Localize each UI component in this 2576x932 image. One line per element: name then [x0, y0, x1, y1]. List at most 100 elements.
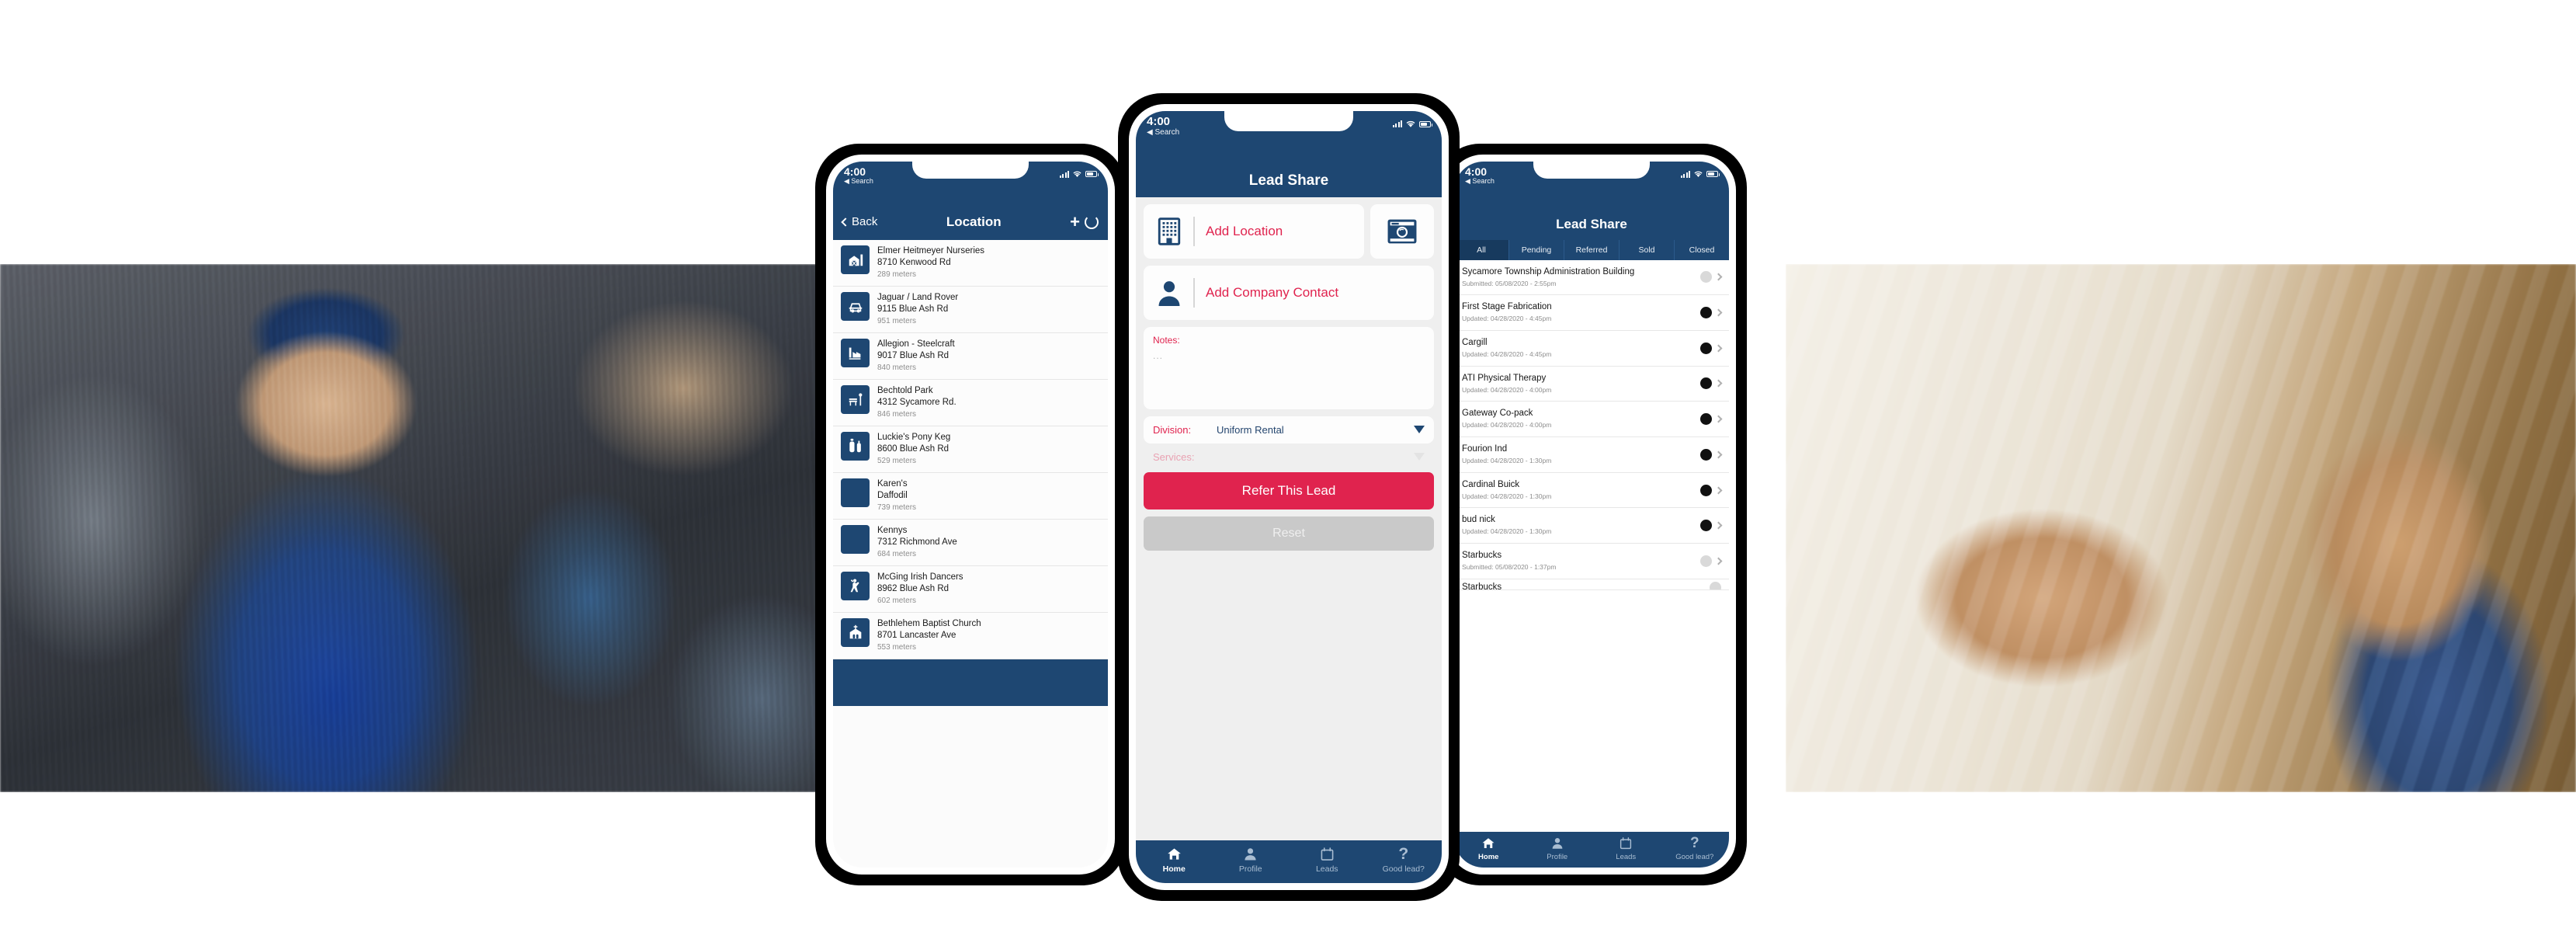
tab-referred[interactable]: Referred — [1564, 239, 1620, 260]
tabbar-label: Profile — [1547, 853, 1568, 861]
lead-meta: Updated: 04/28/2020 - 4:00pm — [1462, 385, 1552, 394]
phone-center-bezel: 4:00 ◀ Search Lead Share Add Location Ad… — [1129, 104, 1449, 890]
left-nav-row: Back Location + — [833, 186, 1108, 240]
chevron-down-icon — [1414, 426, 1425, 434]
calendar-icon — [1620, 837, 1632, 850]
battery-icon — [1419, 120, 1432, 127]
phone-left-bezel: 4:00 ◀ Search Back Location + Elmer Heit… — [826, 155, 1115, 875]
lead-name: First Stage Fabrication — [1462, 302, 1552, 312]
table-row[interactable]: First Stage Fabrication Updated: 04/28/2… — [1454, 295, 1729, 331]
status-badge — [1700, 342, 1712, 354]
car-icon — [841, 291, 870, 321]
list-item[interactable]: Elmer Heitmeyer Nurseries 8710 Kenwood R… — [833, 240, 1108, 287]
list-item[interactable]: Allegion - Steelcraft 9017 Blue Ash Rd 8… — [833, 333, 1108, 380]
list-item[interactable]: McGing Irish Dancers 8962 Blue Ash Rd 60… — [833, 566, 1108, 613]
location-address: 7312 Richmond Ave — [877, 537, 957, 548]
lead-name: Cargill — [1462, 337, 1488, 347]
reset-button[interactable]: Reset — [1144, 516, 1434, 551]
location-name: Kennys — [877, 525, 908, 535]
right-nav-row: Lead Share — [1454, 186, 1729, 240]
tabbar-item-home[interactable]: Home — [1454, 836, 1523, 861]
promo-composite: 4:00 ◀ Search Back Location + Elmer Heit… — [0, 0, 2576, 932]
notes-field[interactable]: Notes: ... — [1144, 326, 1434, 409]
tab-all[interactable]: All — [1454, 239, 1509, 260]
tabbar-label: Leads — [1616, 853, 1637, 861]
refer-lead-button[interactable]: Refer This Lead — [1144, 471, 1434, 509]
location-distance: 951 meters — [877, 316, 917, 325]
status-badge — [1700, 520, 1712, 532]
table-row[interactable]: Starbucks Submitted: 05/08/2020 - 1:37pm — [1454, 544, 1729, 579]
add-location-button[interactable]: Add Location — [1144, 203, 1364, 259]
services-select[interactable]: Services: — [1144, 443, 1434, 471]
park-bench-icon — [841, 384, 870, 414]
center-nav-row: Lead Share — [1136, 137, 1442, 197]
table-row[interactable]: bud nick Updated: 04/28/2020 - 1:30pm — [1454, 508, 1729, 544]
question-icon: ? — [1398, 845, 1409, 863]
table-row[interactable]: Cargill Updated: 04/28/2020 - 4:45pm — [1454, 331, 1729, 367]
list-item[interactable]: Kennys 7312 Richmond Ave 684 meters — [833, 520, 1108, 566]
calendar-icon — [1321, 847, 1334, 861]
table-row[interactable]: Starbucks — [1454, 579, 1729, 590]
tab-sold[interactable]: Sold — [1620, 239, 1675, 260]
list-item[interactable]: Bechtold Park 4312 Sycamore Rd. 846 mete… — [833, 380, 1108, 426]
list-item[interactable]: Karen's Daffodil 739 meters — [833, 473, 1108, 520]
bottom-tabbar[interactable]: Home Profile Leads ? Good lead? — [1454, 832, 1729, 868]
table-row[interactable]: Gateway Co-pack Updated: 04/28/2020 - 4:… — [1454, 402, 1729, 438]
table-row[interactable]: Sycamore Township Administration Buildin… — [1454, 260, 1729, 296]
chevron-right-icon — [1714, 344, 1723, 353]
status-back-label: ◀ Search — [844, 176, 873, 185]
table-row[interactable]: ATI Physical Therapy Updated: 04/28/2020… — [1454, 367, 1729, 402]
tabbar-item-good-lead[interactable]: ? Good lead? — [1661, 836, 1730, 861]
status-filter-tabs[interactable]: All Pending Referred Sold Closed — [1454, 239, 1729, 260]
factory-icon — [841, 338, 870, 367]
list-item[interactable]: Jaguar / Land Rover 9115 Blue Ash Rd 951… — [833, 287, 1108, 333]
camera-button[interactable] — [1370, 203, 1434, 259]
home-icon — [1482, 838, 1495, 848]
division-label: Division: — [1153, 423, 1192, 436]
lead-meta: Updated: 04/28/2020 - 4:45pm — [1462, 315, 1552, 323]
left-bottom-bar — [833, 659, 1108, 706]
chevron-left-icon — [841, 217, 850, 227]
list-item[interactable]: Luckie's Pony Keg 8600 Blue Ash Rd 529 m… — [833, 426, 1108, 473]
divider — [1193, 277, 1195, 308]
status-back-label: ◀ Search — [1147, 127, 1180, 137]
tabbar-item-leads[interactable]: Leads — [1592, 836, 1661, 861]
tabbar-item-leads[interactable]: Leads — [1289, 847, 1366, 874]
chevron-right-icon — [1714, 486, 1723, 494]
tab-closed[interactable]: Closed — [1675, 240, 1729, 260]
plus-icon[interactable]: + — [1070, 212, 1080, 232]
lead-list[interactable]: Sycamore Township Administration Buildin… — [1454, 260, 1729, 590]
tabbar-item-profile[interactable]: Profile — [1213, 847, 1290, 874]
lead-meta: Updated: 04/28/2020 - 1:30pm — [1462, 492, 1552, 500]
division-select[interactable]: Division: Uniform Rental — [1144, 416, 1434, 443]
status-badge — [1700, 271, 1712, 283]
tabbar-item-good-lead[interactable]: ? Good lead? — [1366, 845, 1442, 874]
list-item[interactable]: Bethlehem Baptist Church 8701 Lancaster … — [833, 613, 1108, 659]
table-row[interactable]: Fourion Ind Updated: 04/28/2020 - 1:30pm — [1454, 437, 1729, 473]
location-list[interactable]: Elmer Heitmeyer Nurseries 8710 Kenwood R… — [833, 239, 1108, 659]
tab-pending[interactable]: Pending — [1509, 239, 1564, 260]
status-badge — [1700, 555, 1712, 567]
phone-center: 4:00 ◀ Search Lead Share Add Location Ad… — [1118, 93, 1460, 901]
add-company-contact-button[interactable]: Add Company Contact — [1144, 265, 1434, 320]
location-distance: 846 meters — [877, 409, 917, 419]
notch — [912, 162, 1029, 179]
division-value: Uniform Rental — [1217, 423, 1284, 436]
refresh-icon[interactable] — [1085, 214, 1099, 229]
status-back-label: ◀ Search — [1465, 176, 1495, 185]
battery-icon — [1085, 171, 1099, 177]
battery-icon — [1706, 171, 1720, 177]
lead-form: Add Location Add Company Contact Notes: … — [1136, 197, 1442, 558]
location-address: 9017 Blue Ash Rd — [877, 351, 950, 361]
lead-meta: Updated: 04/28/2020 - 4:00pm — [1462, 421, 1552, 429]
table-row[interactable]: Cardinal Buick Updated: 04/28/2020 - 1:3… — [1454, 473, 1729, 509]
page-title: Lead Share — [1248, 172, 1329, 189]
back-button[interactable]: Back — [841, 215, 877, 228]
blank-icon — [841, 478, 870, 507]
church-icon — [841, 617, 870, 647]
lead-name: Starbucks — [1462, 551, 1502, 561]
tabbar-item-home[interactable]: Home — [1136, 847, 1213, 874]
tabbar-item-profile[interactable]: Profile — [1523, 836, 1592, 861]
bottom-tabbar[interactable]: Home Profile Leads ? Good lead? — [1136, 840, 1442, 883]
lead-name: Cardinal Buick — [1462, 479, 1520, 489]
